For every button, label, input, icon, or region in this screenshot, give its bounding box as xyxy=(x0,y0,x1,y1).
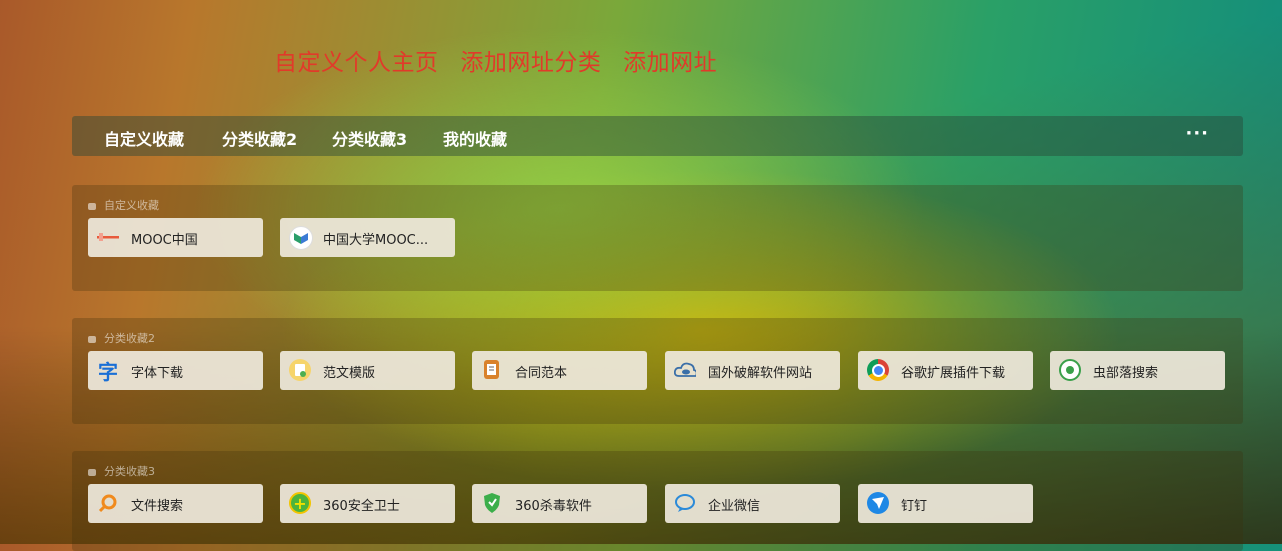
nav-tab-custom-favorites[interactable]: 自定义收藏 xyxy=(104,126,184,150)
section-custom-favorites: 自定义收藏 MOOC中国 中国大学MOOC... xyxy=(72,185,1243,291)
bug-icon xyxy=(1059,359,1081,381)
bookmark-label: MOOC中国 xyxy=(131,233,198,248)
bookmark-card[interactable]: 钉钉 xyxy=(858,484,1033,523)
bookmark-label: 钉钉 xyxy=(901,499,928,514)
top-links: 自定义个人主页 添加网址分类 添加网址 xyxy=(274,43,731,77)
360-safe-icon: + xyxy=(289,492,311,514)
section-title: 自定义收藏 xyxy=(88,197,159,213)
wecom-icon xyxy=(674,492,696,514)
bookmark-label: 范文模版 xyxy=(323,366,376,381)
icourse-icon xyxy=(289,226,313,250)
chrome-icon xyxy=(867,359,889,381)
bookmark-label: 谷歌扩展插件下载 xyxy=(901,366,1006,381)
bookmark-card[interactable]: 虫部落搜索 xyxy=(1050,351,1225,390)
bookmark-card[interactable]: MOOC中国 xyxy=(88,218,263,257)
bookmark-label: 虫部落搜索 xyxy=(1093,366,1159,381)
section-icon xyxy=(88,335,96,343)
bookmark-card[interactable]: 范文模版 xyxy=(280,351,455,390)
category-nav-bar: 自定义收藏 分类收藏2 分类收藏3 我的收藏 ··· xyxy=(72,116,1243,156)
section-icon xyxy=(88,468,96,476)
bookmark-card[interactable]: 字 字体下载 xyxy=(88,351,263,390)
section-category-3: 分类收藏3 文件搜索 + 360安全卫士 360杀毒软件 企业微信 钉钉 xyxy=(72,451,1243,551)
section-title: 分类收藏2 xyxy=(88,330,155,346)
bookmark-label: 企业微信 xyxy=(708,499,761,514)
more-options-icon[interactable]: ··· xyxy=(1185,123,1209,144)
contract-icon xyxy=(481,359,503,381)
dingtalk-icon xyxy=(867,492,889,514)
bookmark-label: 字体下载 xyxy=(131,366,184,381)
bookmark-label: 文件搜索 xyxy=(131,499,184,514)
nav-tab-category-3[interactable]: 分类收藏3 xyxy=(332,126,407,150)
bookmark-card[interactable]: 企业微信 xyxy=(665,484,840,523)
bookmark-label: 360安全卫士 xyxy=(323,499,400,514)
section-icon xyxy=(88,202,96,210)
nav-tab-my-favorites[interactable]: 我的收藏 xyxy=(443,126,507,150)
bookmark-label: 合同范本 xyxy=(515,366,568,381)
section-category-2: 分类收藏2 字 字体下载 范文模版 合同范本 国外破解软件网站 谷歌扩展插件下载… xyxy=(72,318,1243,424)
bookmark-card[interactable]: 合同范本 xyxy=(472,351,647,390)
document-icon xyxy=(289,359,311,381)
bookmark-card[interactable]: 360杀毒软件 xyxy=(472,484,647,523)
bookmark-label: 国外破解软件网站 xyxy=(708,366,813,381)
bookmark-card[interactable]: 文件搜索 xyxy=(88,484,263,523)
bookmark-label: 中国大学MOOC... xyxy=(323,233,429,248)
section-title: 分类收藏3 xyxy=(88,463,155,479)
bookmark-card[interactable]: + 360安全卫士 xyxy=(280,484,455,523)
add-url-link[interactable]: 添加网址 xyxy=(623,50,717,76)
search-icon xyxy=(97,492,119,514)
360-antivirus-icon xyxy=(481,492,503,514)
bookmark-card[interactable]: 中国大学MOOC... xyxy=(280,218,455,257)
cloud-eye-icon xyxy=(674,359,696,381)
mooc-icon xyxy=(97,226,119,248)
nav-tab-category-2[interactable]: 分类收藏2 xyxy=(222,126,297,150)
font-icon: 字 xyxy=(98,359,118,384)
bookmark-card[interactable]: 谷歌扩展插件下载 xyxy=(858,351,1033,390)
custom-homepage-link[interactable]: 自定义个人主页 xyxy=(274,50,439,76)
bookmark-label: 360杀毒软件 xyxy=(515,499,592,514)
add-category-link[interactable]: 添加网址分类 xyxy=(460,50,601,76)
bookmark-card[interactable]: 国外破解软件网站 xyxy=(665,351,840,390)
